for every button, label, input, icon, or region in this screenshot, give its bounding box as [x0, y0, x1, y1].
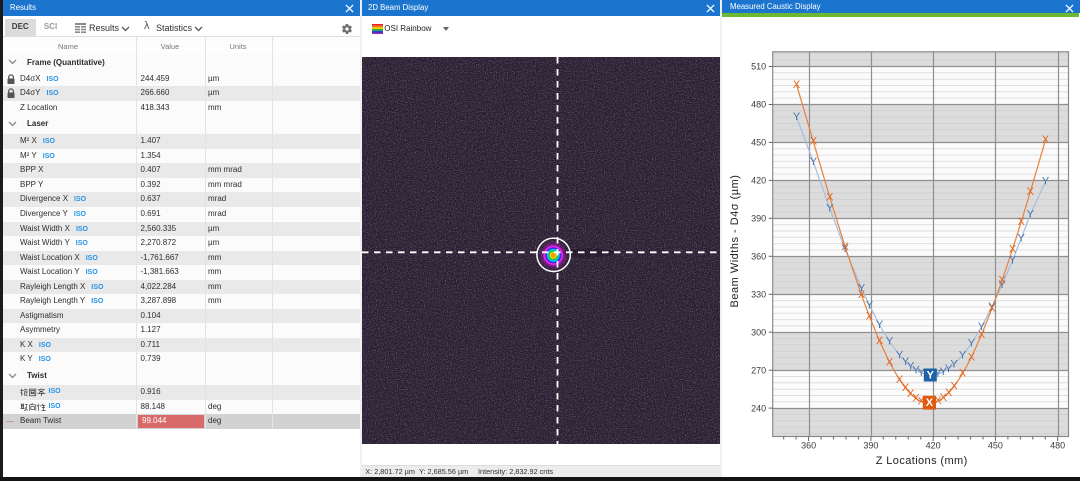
svg-text:450: 450	[988, 441, 1003, 451]
svg-text:270: 270	[751, 365, 766, 375]
svg-text:Y: Y	[793, 111, 801, 123]
svg-text:X: X	[978, 329, 986, 341]
svg-text:X: X	[998, 274, 1006, 286]
svg-text:X: X	[841, 241, 849, 253]
svg-text:Z Locations (mm): Z Locations (mm)	[876, 455, 968, 467]
svg-text:Y: Y	[968, 338, 976, 350]
svg-text:Y: Y	[927, 369, 935, 381]
svg-text:390: 390	[863, 441, 878, 451]
svg-text:Y: Y	[826, 203, 834, 215]
svg-text:X: X	[959, 368, 967, 380]
svg-text:X: X	[926, 397, 934, 409]
svg-text:Y: Y	[1027, 208, 1035, 220]
svg-text:240: 240	[751, 403, 766, 413]
svg-text:X: X	[1027, 186, 1035, 198]
svg-text:Y: Y	[950, 358, 958, 370]
svg-text:360: 360	[751, 252, 766, 262]
svg-text:Y: Y	[959, 349, 967, 361]
svg-text:450: 450	[751, 138, 766, 148]
svg-text:390: 390	[751, 214, 766, 224]
svg-text:Y: Y	[876, 319, 884, 331]
svg-text:X: X	[858, 289, 866, 301]
svg-text:X: X	[876, 335, 884, 347]
svg-text:Beam Widths - D4σ (µm): Beam Widths - D4σ (µm)	[729, 175, 741, 308]
svg-text:X: X	[988, 303, 996, 315]
svg-text:360: 360	[801, 441, 816, 451]
svg-text:X: X	[1018, 216, 1026, 228]
svg-text:X: X	[1042, 134, 1050, 146]
svg-text:X: X	[793, 79, 801, 91]
svg-text:X: X	[1009, 243, 1017, 255]
svg-text:X: X	[866, 310, 874, 322]
svg-text:300: 300	[751, 327, 766, 337]
svg-text:X: X	[810, 136, 818, 148]
svg-text:420: 420	[751, 176, 766, 186]
svg-text:Y: Y	[810, 156, 818, 168]
svg-text:X: X	[968, 351, 976, 363]
svg-text:Y: Y	[886, 336, 894, 348]
svg-text:480: 480	[751, 100, 766, 110]
svg-text:X: X	[826, 191, 834, 203]
svg-text:X: X	[886, 356, 894, 368]
svg-text:Y: Y	[1009, 255, 1017, 267]
svg-text:Y: Y	[1042, 176, 1050, 188]
svg-text:X: X	[950, 381, 958, 393]
svg-text:510: 510	[751, 62, 766, 72]
svg-text:480: 480	[1050, 441, 1065, 451]
svg-text:330: 330	[751, 290, 766, 300]
svg-text:420: 420	[926, 441, 941, 451]
svg-text:Y: Y	[1018, 233, 1026, 245]
